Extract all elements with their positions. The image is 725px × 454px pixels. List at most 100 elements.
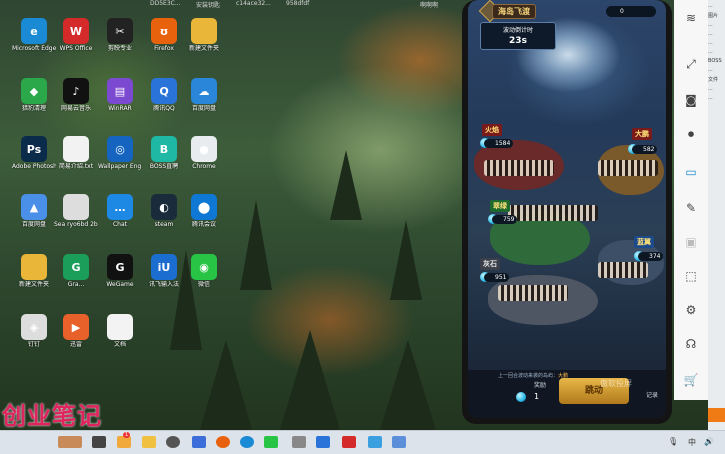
toolbox-icon[interactable]: ▣ [681, 232, 701, 252]
tree-silhouette [280, 330, 340, 430]
desktop-icon[interactable]: 新建文件夹 [12, 254, 56, 288]
game-screen[interactable]: 海岛飞渡 波动倒计时 23s 0 火焰 1584 大鹏 582 翠绿 759 蓝… [468, 0, 666, 418]
thunder-icon: ▶ [63, 314, 89, 340]
desktop-icon[interactable]: ☁ 百度网盘 [182, 78, 226, 112]
baidu-disk-icon: ▲ [21, 194, 47, 220]
score-display: 0 [606, 6, 656, 17]
strip-text: c14ace32... [236, 0, 271, 7]
desktop-icon-label: Microsoft Edge [12, 45, 56, 52]
tree-silhouette [240, 200, 272, 290]
bet-label: 奖励 [534, 382, 547, 389]
game-title: 海岛飞渡 [492, 4, 536, 19]
desktop-icon[interactable]: 简易介绍.txt [54, 136, 98, 170]
bet-value-select[interactable]: 1 [534, 392, 539, 401]
wechat-taskbar-icon[interactable] [264, 436, 278, 448]
team-label: 火焰 [482, 124, 502, 136]
desktop-icon[interactable]: ▤ WinRAR [98, 78, 142, 112]
edge-icon: e [21, 18, 47, 44]
qq-taskbar-icon[interactable] [316, 436, 330, 448]
desktop-icon[interactable]: ✂ 剪映专业 [98, 18, 142, 52]
media-icon[interactable] [166, 436, 180, 448]
cart-icon[interactable]: 🛒 [681, 370, 701, 390]
capcut-icon: ✂ [107, 18, 133, 44]
mic-icon[interactable]: 🎙 [668, 437, 678, 446]
side-text: ... [708, 95, 713, 101]
previous-round-hint: 上一回合波动来袭的岛屿：大鹏 [498, 372, 568, 379]
headset-icon[interactable]: ☊ [681, 334, 701, 354]
browser-icon[interactable] [192, 436, 206, 448]
strip-text: DD5E3C... [150, 0, 181, 7]
pen-icon[interactable]: ✎ [681, 198, 701, 218]
desktop-icon[interactable]: e Microsoft Edge [12, 18, 56, 52]
wps-taskbar-icon[interactable] [342, 436, 356, 448]
desktop-icon[interactable]: G Gra... [54, 254, 98, 288]
desktop-icon[interactable]: ◉ 微信 [182, 254, 226, 288]
desktop-icon[interactable]: ⬤ 腾讯会议 [182, 194, 226, 228]
desktop-icon[interactable]: ▶ 迅雷 [54, 314, 98, 348]
desktop-icon-label: 剪映专业 [107, 45, 132, 52]
team-count: 582 [632, 145, 658, 154]
mirror-app-taskbar-icon[interactable] [292, 436, 306, 448]
app-taskbar-icon[interactable] [368, 436, 382, 448]
desktop-icon[interactable]: … Chat [98, 194, 142, 228]
desktop-icon[interactable]: ● Chrome [182, 136, 226, 170]
edge-taskbar-icon[interactable] [240, 436, 254, 448]
player-crowd [598, 160, 658, 176]
desktop-icon-label: steam [154, 221, 174, 228]
input-method-indicator[interactable]: 中 [688, 437, 696, 448]
countdown-value: 23s [509, 36, 527, 46]
desktop-icon[interactable]: W WPS Office [54, 18, 98, 52]
desktop-icon[interactable]: 文档 [98, 314, 142, 348]
desktop-icon[interactable]: ◎Wallpaper Engine [98, 136, 142, 170]
desktop-icon[interactable]: Q 腾讯QQ [142, 78, 186, 112]
player-crowd [498, 285, 568, 301]
desktop-icon[interactable]: Sea ryo6bd 2bc2bb4 [54, 194, 98, 228]
weather-widget-icon[interactable] [58, 436, 82, 448]
desktop-icon[interactable]: B BOSS直聘 [142, 136, 186, 170]
record-button[interactable]: 记录 [646, 390, 658, 399]
desktop-icon[interactable]: ◐ steam [142, 194, 186, 228]
desktop-icon[interactable]: PsAdobe Photosh... [12, 136, 56, 170]
volume-icon[interactable]: 🔊 [704, 437, 714, 446]
record-icon[interactable]: ⏺ [681, 124, 701, 144]
crop-icon[interactable]: ⬚ [681, 266, 701, 286]
desktop-icon[interactable]: 新建文件夹 [182, 18, 226, 52]
desktop-icon-label: 简易介绍.txt [58, 163, 94, 170]
desktop-icon[interactable]: ▲ 百度网盘 [12, 194, 56, 228]
desktop-icon[interactable]: ◆ 猎豹清理 [12, 78, 56, 112]
wps-icon: W [63, 18, 89, 44]
strip-text: 啊啊啊 [420, 2, 439, 8]
fullscreen-icon[interactable]: ⤢ [681, 54, 701, 74]
desktop-icon-label: WinRAR [108, 105, 132, 112]
desktop-icon[interactable]: ʊ Firefox [142, 18, 186, 52]
screen-mirror-icon[interactable]: ▭ [681, 162, 701, 182]
camera-icon[interactable]: ◙ [681, 90, 701, 110]
desktop-icon-label: Sea ryo6bd 2bc2bb4 [54, 221, 98, 228]
notification-badge: 1 [123, 432, 131, 438]
desktop-icon[interactable]: G WeGame [98, 254, 142, 288]
tree-silhouette [330, 150, 362, 220]
desktop-icon-label: 迅雷 [69, 341, 82, 348]
projection-watermark: 傲软投屏 [600, 379, 632, 388]
orange-side-tab[interactable] [708, 408, 725, 422]
wifi-icon[interactable]: ≋ [681, 8, 701, 28]
desktop-icon[interactable]: iU 讯飞输入法 [142, 254, 186, 288]
desktop-icon[interactable]: ◈ 钉钉 [12, 314, 56, 348]
desktop-icon[interactable]: ♪ 网易云音乐 [54, 78, 98, 112]
tree-silhouette [200, 340, 252, 430]
side-text: ... [708, 22, 713, 28]
top-text-strip: DD5E3C... 安装钥匙 c14ace32... 958dfdf 啊啊啊 [0, 0, 460, 8]
firefox-taskbar-icon[interactable] [216, 436, 230, 448]
team-label: 翠绿 [490, 200, 510, 212]
wallpaper-engine-icon: ◎ [107, 136, 133, 162]
phone-mirror-window[interactable]: 海岛飞渡 波动倒计时 23s 0 火焰 1584 大鹏 582 翠绿 759 蓝… [462, 0, 672, 424]
music-icon: ♪ [63, 78, 89, 104]
app-taskbar-icon[interactable] [392, 436, 406, 448]
desktop-icon-label: Chrome [192, 163, 216, 170]
side-text: ... [708, 86, 713, 92]
settings-icon[interactable]: ⚙ [681, 300, 701, 320]
photoshop-icon: Ps [21, 136, 47, 162]
start-button-icon[interactable] [92, 436, 106, 448]
hint-text: 上一回合波动来袭的岛屿： [498, 373, 559, 379]
file-explorer-icon[interactable] [142, 436, 156, 448]
